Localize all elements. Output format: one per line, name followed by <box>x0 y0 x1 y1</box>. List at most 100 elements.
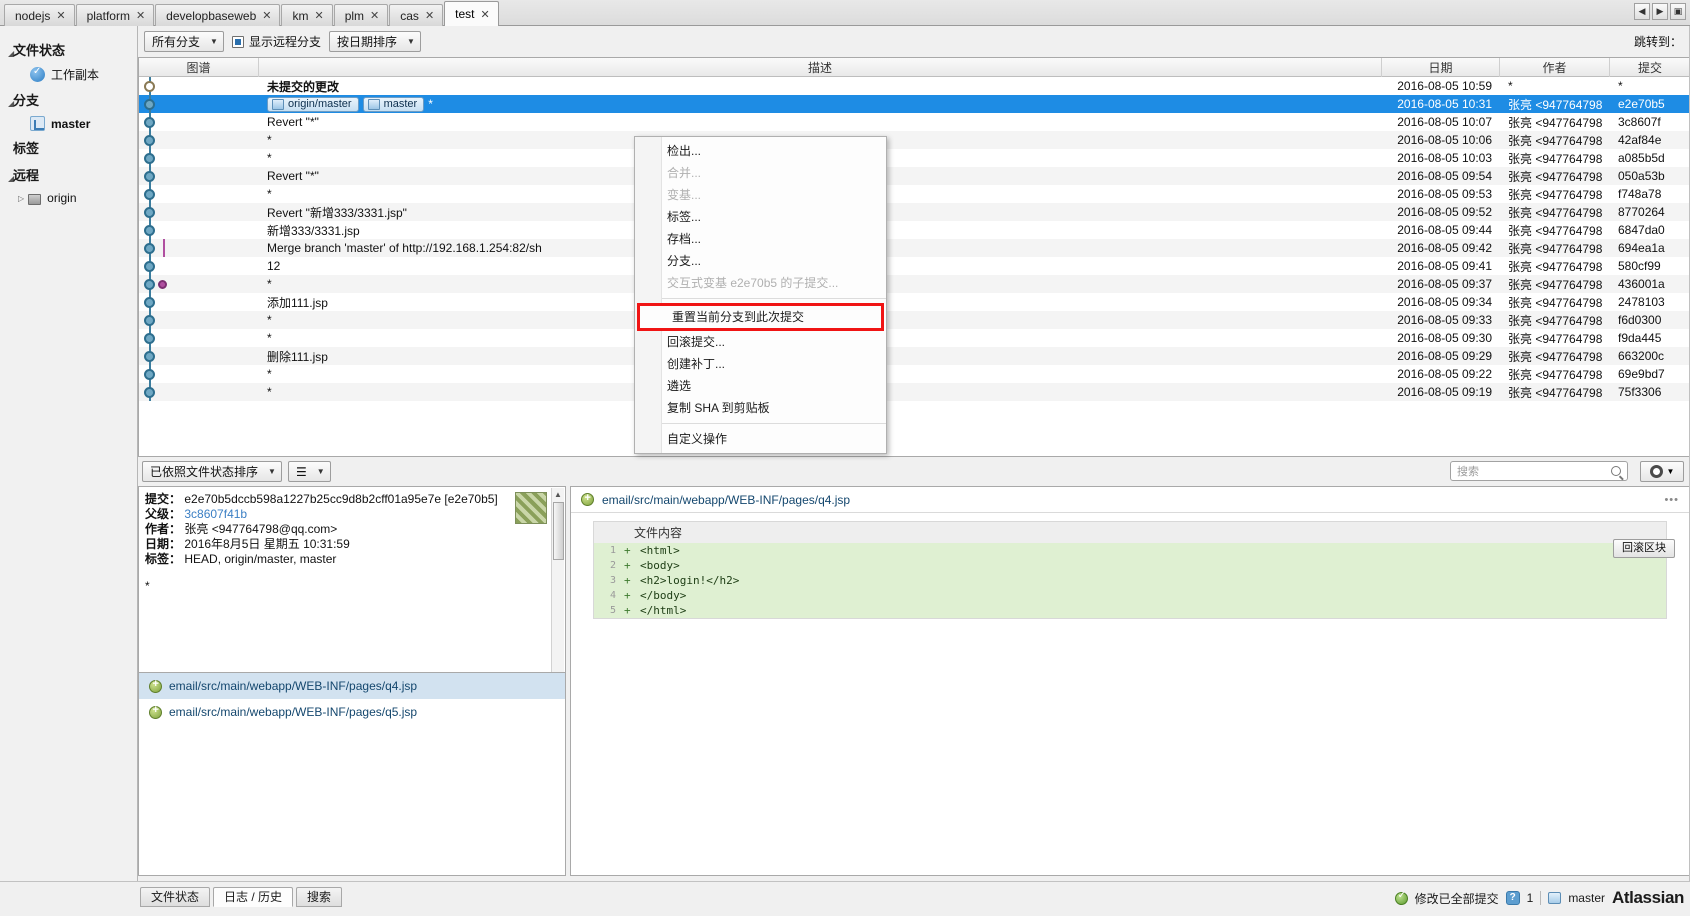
gear-icon <box>1650 465 1663 478</box>
sidebar-item-label: origin <box>47 191 76 205</box>
file-list-item[interactable]: email/src/main/webapp/WEB-INF/pages/q5.j… <box>139 699 565 725</box>
detail-parent-link[interactable]: 3c8607f41b <box>184 507 247 521</box>
file-sort-dropdown[interactable]: 已依照文件状态排序 ▼ <box>142 461 282 482</box>
sidebar-group-remotes[interactable]: ◢ 远程 <box>0 161 137 188</box>
commit-author-cell: 张亮 <947764798 <box>1500 203 1610 221</box>
context-menu-item[interactable]: 回滚提交... <box>635 331 886 353</box>
commit-description-text: * <box>428 97 433 111</box>
commit-date-cell: 2016-08-05 09:53 <box>1382 185 1500 203</box>
atlassian-logo: Atlassian <box>1612 888 1684 908</box>
context-menu-item[interactable]: 重置当前分支到此次提交 <box>637 303 884 331</box>
commit-row[interactable]: Revert "*"2016-08-05 10:07张亮 <9477647983… <box>139 113 1690 131</box>
commit-row[interactable]: Revert "*"2016-08-05 09:54张亮 <9477647980… <box>139 167 1690 185</box>
graph-node-icon <box>144 243 155 254</box>
commit-row[interactable]: 新增333/3331.jsp2016-08-05 09:44张亮 <947764… <box>139 221 1690 239</box>
sidebar-item-working-copy[interactable]: 工作副本 <box>0 63 137 86</box>
view-mode-dropdown[interactable]: ☰ ▼ <box>288 461 331 482</box>
revert-hunk-button[interactable]: 回滚区块 <box>1613 539 1675 558</box>
repo-tab-cas[interactable]: cas✕ <box>389 4 443 26</box>
commit-row[interactable]: 122016-08-05 09:41张亮 <947764798580cf99 <box>139 257 1690 275</box>
commit-row[interactable]: *2016-08-05 09:30张亮 <947764798f9da445 <box>139 329 1690 347</box>
tab-close-icon[interactable]: ✕ <box>425 9 434 22</box>
header-description[interactable]: 描述 <box>259 58 1382 77</box>
pending-badge-icon[interactable]: ? <box>1506 891 1520 905</box>
tab-close-icon[interactable]: ✕ <box>314 9 323 22</box>
commit-row[interactable]: 未提交的更改2016-08-05 10:59** <box>139 77 1690 95</box>
tab-close-icon[interactable]: ✕ <box>370 9 379 22</box>
settings-button[interactable]: ▼ <box>1640 461 1684 482</box>
commit-author-cell: 张亮 <947764798 <box>1500 347 1610 365</box>
expand-triangle-icon[interactable]: ▷ <box>18 194 24 203</box>
commit-row[interactable]: Merge branch 'master' of http://192.168.… <box>139 239 1690 257</box>
commit-row[interactable]: *2016-08-05 10:03张亮 <947764798a085b5d <box>139 149 1690 167</box>
bottom-tab[interactable]: 搜索 <box>296 887 342 907</box>
tab-next-icon[interactable]: ▶ <box>1652 3 1668 20</box>
commit-row[interactable]: 添加111.jsp2016-08-05 09:34张亮 <94776479824… <box>139 293 1690 311</box>
commit-description-text: * <box>267 187 272 201</box>
search-input[interactable]: 搜索 <box>1450 461 1628 481</box>
commit-row[interactable]: *2016-08-05 10:06张亮 <94776479842af84e <box>139 131 1690 149</box>
bottom-tab[interactable]: 日志 / 历史 <box>213 887 293 907</box>
diff-line: 3+<h2>login!</h2> <box>594 573 1666 588</box>
graph-node-icon <box>144 81 155 92</box>
tab-close-icon[interactable]: ✕ <box>56 9 65 22</box>
sidebar-group-branches[interactable]: ◢ 分支 <box>0 86 137 113</box>
ref-badge-local[interactable]: master <box>363 97 425 112</box>
tab-close-icon[interactable]: ✕ <box>481 8 490 21</box>
commit-row[interactable]: *2016-08-05 09:37张亮 <947764798436001a <box>139 275 1690 293</box>
commit-description-text: 新增333/3331.jsp <box>267 222 360 239</box>
header-date[interactable]: 日期 <box>1382 58 1500 77</box>
context-menu-item[interactable]: 检出... <box>635 140 886 162</box>
chevron-down-icon: ▼ <box>210 37 218 46</box>
jump-to-label[interactable]: 跳转到： <box>1634 33 1682 50</box>
bottom-tab[interactable]: 文件状态 <box>140 887 210 907</box>
sidebar-group-file-status[interactable]: ◢ 文件状态 <box>0 36 137 63</box>
sort-order-dropdown[interactable]: 按日期排序 ▼ <box>329 31 421 52</box>
bottom-bar: 文件状态日志 / 历史搜索 修改已全部提交 ? 1 master Atlassi… <box>0 881 1690 916</box>
diff-content-header-label: 文件内容 <box>634 524 682 541</box>
detail-commit-value: e2e70b5dccb598a1227b25cc9d8b2cff01a95e7e… <box>184 492 497 506</box>
repo-tab-test[interactable]: test✕ <box>444 1 499 26</box>
detail-scrollbar[interactable]: ▲ ▼ <box>551 488 564 673</box>
repo-tab-km[interactable]: km✕ <box>281 4 332 26</box>
context-menu-item[interactable]: 复制 SHA 到剪贴板 <box>635 397 886 419</box>
context-menu-item[interactable]: 标签... <box>635 206 886 228</box>
commit-row[interactable]: origin/mastermaster*2016-08-05 10:31张亮 <… <box>139 95 1690 113</box>
sidebar-item-branch-master[interactable]: master <box>0 113 137 134</box>
context-menu-item[interactable]: 遴选 <box>635 375 886 397</box>
repo-tab-developbaseweb[interactable]: developbaseweb✕ <box>155 4 280 26</box>
commit-row[interactable]: *2016-08-05 09:22张亮 <94776479869e9bd7 <box>139 365 1690 383</box>
commit-row[interactable]: *2016-08-05 09:53张亮 <947764798f748a78 <box>139 185 1690 203</box>
repo-tab-nodejs[interactable]: nodejs✕ <box>4 4 75 26</box>
context-menu-item[interactable]: 分支... <box>635 250 886 272</box>
scrollbar-thumb[interactable] <box>553 502 564 560</box>
commit-description-text: * <box>267 133 272 147</box>
chevron-down-icon: ▼ <box>317 467 325 476</box>
commit-author-cell: 张亮 <947764798 <box>1500 131 1610 149</box>
sidebar-group-tags[interactable]: 标签 <box>0 134 137 161</box>
commit-row[interactable]: *2016-08-05 09:19张亮 <94776479875f3306 <box>139 383 1690 401</box>
header-commit[interactable]: 提交 <box>1610 58 1690 77</box>
ref-badge-remote[interactable]: origin/master <box>267 97 359 112</box>
tab-close-icon[interactable]: ✕ <box>262 9 271 22</box>
tab-list-icon[interactable]: ▣ <box>1670 3 1686 20</box>
main-panel: 所有分支 ▼ 显示远程分支 按日期排序 ▼ 跳转到： 图谱 描述 日期 作者 提… <box>138 26 1690 881</box>
tab-close-icon[interactable]: ✕ <box>136 9 145 22</box>
repo-tab-plm[interactable]: plm✕ <box>334 4 389 26</box>
tab-prev-icon[interactable]: ◀ <box>1634 3 1650 20</box>
commit-row[interactable]: Revert "新增333/3331.jsp"2016-08-05 09:52张… <box>139 203 1690 221</box>
branch-filter-dropdown[interactable]: 所有分支 ▼ <box>144 31 224 52</box>
file-list-item[interactable]: email/src/main/webapp/WEB-INF/pages/q4.j… <box>139 673 565 699</box>
commit-row[interactable]: *2016-08-05 09:33张亮 <947764798f6d0300 <box>139 311 1690 329</box>
context-menu-item[interactable]: 创建补丁... <box>635 353 886 375</box>
header-author[interactable]: 作者 <box>1500 58 1610 77</box>
commit-row[interactable]: 删除111.jsp2016-08-05 09:29张亮 <94776479866… <box>139 347 1690 365</box>
sidebar-item-remote-origin[interactable]: ▷ origin <box>0 188 137 208</box>
context-menu-item[interactable]: 自定义操作 <box>635 428 886 450</box>
header-graph[interactable]: 图谱 <box>139 58 259 77</box>
diff-options-icon[interactable]: ••• <box>1664 494 1679 506</box>
detail-author-value: 张亮 <947764798@qq.com> <box>184 522 337 536</box>
show-remote-branches-checkbox[interactable]: 显示远程分支 <box>232 33 321 50</box>
context-menu-item[interactable]: 存档... <box>635 228 886 250</box>
repo-tab-platform[interactable]: platform✕ <box>76 4 155 26</box>
